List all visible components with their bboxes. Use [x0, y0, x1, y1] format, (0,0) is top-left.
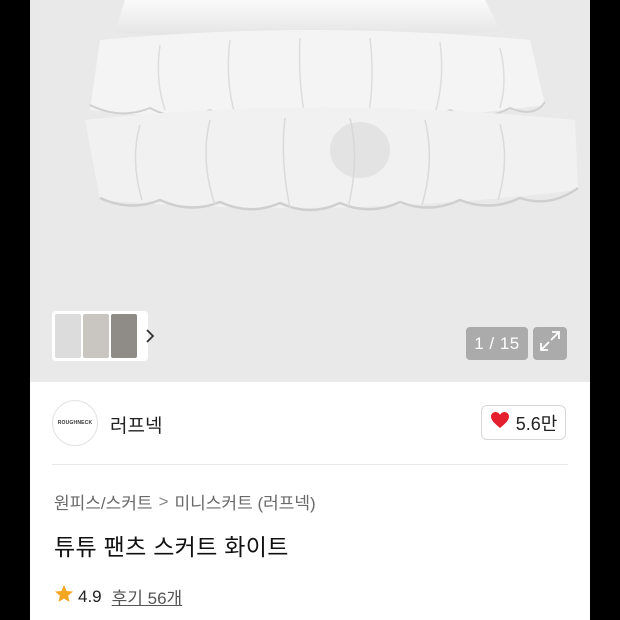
product-detail-screen: 1 / 15 ROUGHNECK 러프넥 5.6만 원피스/스커트 > 미니스커… [30, 0, 590, 620]
star-icon [54, 584, 74, 609]
product-image-gallery[interactable]: 1 / 15 [30, 0, 590, 382]
thumbnail-3[interactable] [111, 314, 137, 358]
thumbnail-strip[interactable] [52, 311, 155, 361]
breadcrumb-category-main[interactable]: 원피스/스커트 [54, 489, 153, 514]
expand-icon [539, 330, 561, 357]
product-title: 튜튜 팬츠 스커트 화이트 [54, 534, 289, 560]
divider [52, 464, 568, 465]
shop-logo[interactable]: ROUGHNECK [52, 400, 98, 446]
chevron-right-icon[interactable] [145, 329, 155, 343]
image-counter: 1 / 15 [466, 327, 528, 360]
rating-summary: 4.9 후기 56개 [54, 584, 182, 609]
breadcrumb: 원피스/스커트 > 미니스커트 (러프넥) [54, 489, 316, 514]
thumbnail-1[interactable] [55, 314, 81, 358]
reviews-link[interactable]: 후기 56개 [112, 584, 183, 609]
heart-icon [490, 411, 510, 434]
shop-name[interactable]: 러프넥 [110, 411, 162, 438]
like-count: 5.6만 [515, 413, 558, 434]
shop-row[interactable]: ROUGHNECK 러프넥 5.6만 [30, 382, 590, 464]
breadcrumb-category-sub[interactable]: 미니스커트 (러프넥) [175, 489, 316, 514]
like-button[interactable]: 5.6만 [481, 405, 566, 440]
thumbnail-images [55, 314, 137, 358]
expand-button[interactable] [533, 327, 567, 360]
breadcrumb-separator: > [158, 491, 169, 511]
thumbnail-2[interactable] [83, 314, 109, 358]
rating-value: 4.9 [78, 586, 102, 606]
